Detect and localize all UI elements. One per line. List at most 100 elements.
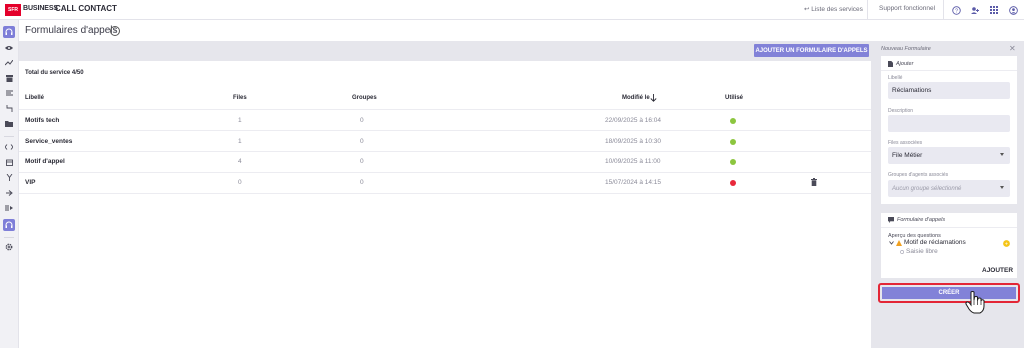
route-icon[interactable] <box>3 102 15 114</box>
divider <box>867 0 868 20</box>
divider <box>943 0 944 20</box>
libelle-value: Réclamations <box>892 87 932 94</box>
column-header-used[interactable]: Utilisé <box>725 95 743 101</box>
row-divider <box>19 172 871 173</box>
warning-icon <box>896 239 902 246</box>
section-divider <box>881 70 1017 71</box>
form-icon <box>888 217 894 223</box>
eye-icon[interactable] <box>3 42 15 54</box>
row-modified: 22/09/2025 à 16:04 <box>605 117 662 124</box>
hand-cursor-icon <box>965 291 985 314</box>
close-icon[interactable]: ✕ <box>1009 44 1016 53</box>
column-header-files[interactable]: Files <box>233 95 247 101</box>
star-icon[interactable]: + <box>1003 240 1010 247</box>
description-label: Description <box>888 108 914 114</box>
bullet-icon <box>900 249 904 254</box>
row-divider <box>19 130 871 131</box>
delete-trash-icon[interactable] <box>810 178 818 186</box>
row-divider <box>19 151 871 152</box>
trend-icon[interactable] <box>3 57 15 69</box>
code-icon[interactable] <box>3 141 15 153</box>
top-bar: SFR BUSINESS CALL CONTACT ↩ Liste des se… <box>0 0 1024 20</box>
brand-label: BUSINESS <box>23 5 58 12</box>
row-groups: 0 <box>360 138 364 145</box>
row-name[interactable]: VIP <box>25 179 35 186</box>
total-counter: Total du service 4/50 <box>25 70 84 76</box>
apps-grid-icon[interactable] <box>988 4 1000 16</box>
svg-text:+: + <box>1005 242 1008 248</box>
svg-text:?: ? <box>955 8 958 14</box>
description-input[interactable] <box>888 115 1010 132</box>
chevron-down-icon <box>1000 153 1004 156</box>
calendar-icon[interactable] <box>3 156 15 168</box>
row-name[interactable]: Motifs tech <box>25 117 59 124</box>
question-title: Motif de réclamations <box>904 239 966 246</box>
help-icon[interactable]: ? <box>950 4 962 16</box>
row-modified: 10/09/2025 à 11:00 <box>605 158 661 165</box>
row-name[interactable]: Motif d'appel <box>25 158 65 165</box>
question-subitem: Saisie libre <box>900 248 938 255</box>
add-section-title: Ajouter <box>896 61 914 67</box>
page-title: Formulaires d'appels <box>25 25 118 36</box>
support-link[interactable]: Support fonctionnel <box>879 5 935 12</box>
row-divider <box>19 193 871 194</box>
add-call-form-button[interactable]: AJOUTER UN FORMULAIRE D'APPELS <box>754 44 869 57</box>
question-type: Saisie libre <box>906 248 938 255</box>
section-divider <box>881 227 1017 228</box>
branch-icon[interactable] <box>3 171 15 183</box>
status-active-dot <box>730 139 736 145</box>
call-form-section-header: Formulaire d'appels <box>888 217 945 223</box>
document-icon <box>888 61 893 67</box>
list-icon[interactable] <box>3 87 15 99</box>
chevron-down-icon <box>1000 186 1004 189</box>
archive-icon[interactable] <box>3 72 15 84</box>
folder-icon[interactable] <box>3 118 15 130</box>
queue-icon[interactable] <box>3 202 15 214</box>
column-header-modified[interactable]: Modifié le <box>622 95 650 101</box>
add-question-button[interactable]: AJOUTER <box>982 267 1013 274</box>
row-files: 1 <box>238 117 242 124</box>
users-icon[interactable] <box>969 4 981 16</box>
sort-down-icon[interactable] <box>650 94 657 102</box>
row-groups: 0 <box>360 179 364 186</box>
files-value: File Métier <box>892 152 923 159</box>
settings-icon[interactable] <box>3 241 15 253</box>
row-files: 4 <box>238 158 242 165</box>
chevron-down-icon[interactable] <box>889 240 894 245</box>
status-active-dot <box>730 159 736 165</box>
question-item[interactable]: Motif de réclamations <box>889 239 966 246</box>
row-modified: 18/09/2025 à 10:30 <box>605 138 662 145</box>
status-active-dot <box>730 118 736 124</box>
libelle-label: Libellé <box>888 75 903 81</box>
forms-table-card <box>19 61 871 348</box>
row-name[interactable]: Service_ventes <box>25 138 72 145</box>
row-groups: 0 <box>360 158 364 165</box>
groups-select[interactable]: Aucun groupe sélectionné <box>888 180 1010 197</box>
row-groups: 0 <box>360 117 364 124</box>
headset-icon[interactable] <box>3 219 15 231</box>
info-icon[interactable]: i <box>110 26 120 36</box>
libelle-input[interactable]: Réclamations <box>888 82 1010 99</box>
column-header-groupes[interactable]: Groupes <box>352 95 377 101</box>
files-select[interactable]: File Métier <box>888 147 1010 164</box>
sidebar-divider <box>4 237 14 238</box>
sidebar-divider <box>4 136 14 137</box>
sfr-logo: SFR <box>5 4 21 16</box>
status-inactive-dot <box>730 180 736 186</box>
row-files: 0 <box>238 179 242 186</box>
add-section-header: Ajouter <box>888 61 913 67</box>
groups-label: Groupes d'agents associés <box>888 172 949 178</box>
app-name: CALL CONTACT <box>55 4 117 13</box>
headset-icon[interactable] <box>3 26 15 38</box>
groups-value: Aucun groupe sélectionné <box>892 185 962 192</box>
panel-title: Nouveau Formulaire <box>881 46 931 52</box>
create-button[interactable]: CRÉER <box>882 287 1016 299</box>
row-files: 1 <box>238 138 242 145</box>
services-list-link[interactable]: ↩ Liste des services <box>804 5 863 13</box>
column-header-libelle[interactable]: Libellé <box>25 95 44 101</box>
files-label: Files associées <box>888 140 923 146</box>
forward-icon[interactable] <box>3 187 15 199</box>
row-divider <box>19 109 871 110</box>
account-icon[interactable] <box>1007 4 1019 16</box>
call-form-section-title: Formulaire d'appels <box>897 217 946 223</box>
